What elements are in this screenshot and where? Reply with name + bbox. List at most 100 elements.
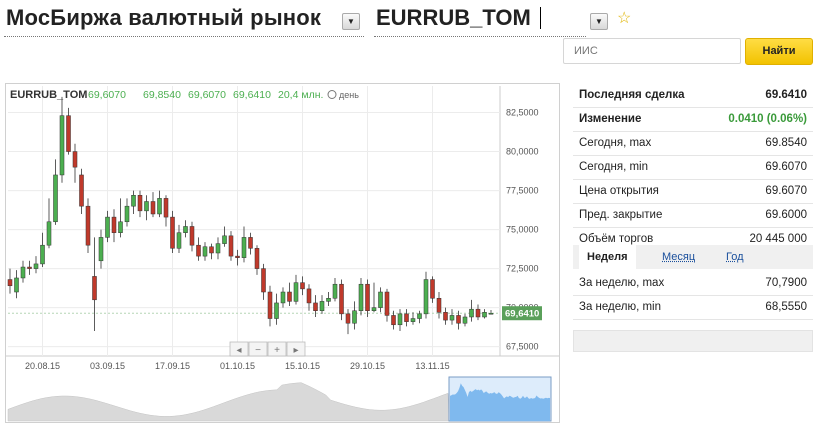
candle-body [177,233,181,249]
candle [294,275,298,305]
candle-body [261,269,265,292]
candle [287,283,291,306]
candle-body [469,309,473,317]
y-tick-label: 67,5000 [506,342,539,352]
week-row-max: За неделю, max 70,7900 [573,272,813,296]
chart-close-value: 69,6410 [233,89,271,101]
candle-body [79,175,83,206]
quote-table: Последняя сделка 69.6410 Изменение 0.0410 … [573,84,813,252]
candle-body [391,315,395,324]
candle-body [125,206,129,222]
candle [307,284,311,311]
chart-nav-button-label: − [255,345,261,356]
ticker-dropdown-button[interactable]: ▼ [590,13,608,30]
market-dropdown-button[interactable]: ▼ [342,13,360,30]
page-title: МосБиржа валютный рынок [6,5,321,31]
x-tick-label: 01.10.15 [220,361,255,371]
chart-nav-button[interactable]: + [268,342,286,356]
chart-period[interactable]: день [339,90,359,100]
candle [60,97,64,183]
candle [365,280,369,317]
candle-body [417,314,421,319]
chart-navigator[interactable] [6,376,559,422]
quote-row-today-min: Сегодня, min 69.6070 [573,156,813,180]
candle [476,304,480,320]
candle-body [40,245,44,264]
candle-body [118,222,122,233]
candle-body [424,280,428,314]
ticker-title[interactable]: EURRUB_TOM [376,5,531,31]
candle [196,237,200,260]
candle-body [450,315,454,320]
chart-nav-button[interactable]: ▸ [287,342,305,356]
candle [242,226,246,262]
candle-body [489,313,493,314]
x-tick-label: 29.10.15 [350,361,385,371]
candle [411,312,415,324]
candle-body [157,198,161,214]
candle [164,195,168,226]
candle-body [352,311,356,323]
candle [170,211,174,253]
week-row-min: За неделю, min 68,5550 [573,296,813,320]
candle-body [60,116,64,175]
candle [27,261,31,275]
candle [73,144,77,183]
ticker-underline [374,36,586,37]
candle [86,198,90,253]
candle-body [21,267,25,278]
chart-nav-button[interactable]: ◂ [230,342,248,356]
candle [378,287,382,312]
period-tabs: Неделя Месяц Год [573,245,813,269]
candle-body [372,308,376,311]
candle [417,311,421,323]
tab-week[interactable]: Неделя [579,245,636,269]
x-tick-label: 03.09.15 [90,361,125,371]
candle-body [437,298,441,312]
star-icon[interactable]: ☆ [617,8,631,28]
candle [131,191,135,214]
candle-body [27,267,31,269]
search-input[interactable] [563,38,741,64]
clock-icon [328,91,336,99]
candle [190,222,194,252]
chart-nav-button[interactable]: − [249,342,267,356]
candle-body [47,222,51,245]
tab-month[interactable]: Месяц [662,251,695,263]
candle-body [333,284,337,298]
x-tick-label: 17.09.15 [155,361,190,371]
y-tick-label: 80,0000 [506,147,539,157]
last-price-tag: 69,6410 [502,306,542,320]
candle [469,300,473,322]
candle-body [8,280,12,286]
candle [339,280,343,321]
candle-body [14,278,18,292]
candle-body [235,256,239,258]
candle [235,250,239,266]
candle [53,159,57,225]
candle [203,242,207,261]
y-tick-label: 75,0000 [506,225,539,235]
search-button[interactable]: Найти [745,38,813,65]
candle-body [190,226,194,245]
candle [333,278,337,301]
candle [79,169,83,214]
candlestick-chart[interactable]: 82,500080,000077,500075,000072,500070,00… [6,84,559,422]
candle-body [248,237,252,248]
candle-body [242,237,246,257]
candle [209,244,213,260]
title-underline [4,36,364,37]
candle-body [476,309,480,317]
chart-nav-button-label: + [274,345,280,356]
candle [281,287,285,307]
candle-body [92,276,96,299]
candle [105,211,109,242]
candle [482,309,486,318]
tab-year[interactable]: Год [726,251,744,263]
candle [229,231,233,261]
candle-body [53,175,57,222]
candle-body [183,226,187,232]
candle-body [222,236,226,244]
candle [21,261,25,283]
candle-body [112,217,116,233]
